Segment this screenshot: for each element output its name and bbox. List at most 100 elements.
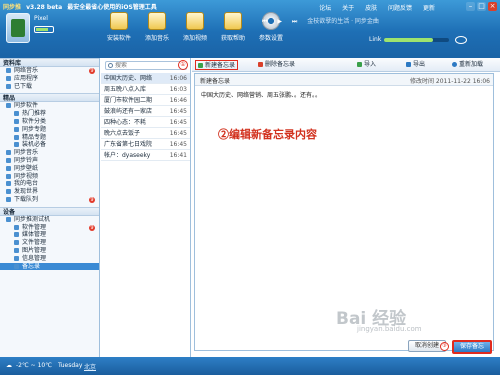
delete-icon [258,62,263,67]
sidebar-resource-item[interactable]: 应用程序 [0,75,99,83]
note-time: 16:41 [169,152,187,159]
sidebar-recommend-item-label: 热门推荐 [22,110,47,118]
update-link[interactable]: 更新 [423,5,435,12]
search-icon [108,63,113,68]
music-icon [148,12,166,30]
memo-content-editor[interactable]: 中国大历史、网络营销、周五张鹏、。还有。。 [201,90,485,99]
sidebar-resource-item[interactable]: 已下载 [0,83,99,91]
forum-link[interactable]: 论坛 [319,5,331,12]
import-button[interactable]: 导入 [355,60,378,70]
eye-icon[interactable] [455,36,467,44]
sidebar: 资料库 网络音乐 9 应用程序 已下载 精品 同步软件 热门推荐 软件分类 同步专题 精品专题… [0,58,100,357]
note-row[interactable]: 周五晚八点入库 16:03 [101,84,190,95]
sidebar-recommend-item[interactable]: 同步壁纸 [0,165,99,173]
note-row[interactable]: 晚六点去饭子 16:45 [101,128,190,139]
note-row[interactable]: 帐户：dyaseeky 16:41 [101,150,190,161]
sidebar-resource-item[interactable]: 网络音乐 9 [0,67,99,75]
sidebar-device-item-label: 备忘录 [22,262,41,270]
save-memo-button[interactable]: 保存备忘 [452,340,492,354]
device-avatar[interactable] [6,13,30,43]
sidebar-recommend-item-label: 同步铃声 [14,156,39,164]
sidebar-recommend-item[interactable]: 热门推荐 [0,110,99,118]
sidebar-device-item-icon [14,240,19,246]
sidebar-device-item[interactable]: 备忘录 [0,262,99,271]
new-memo-button[interactable]: 新建备忘录 [195,60,239,70]
sidebar-recommend-item-label: 同步专题 [22,125,47,133]
sidebar-resource-item-icon [6,68,11,73]
sidebar-recommend-item[interactable]: 精品专题 [0,134,99,142]
sidebar-resource-item-icon [6,83,11,89]
sidebar-recommend-item[interactable]: 同步专题 [0,126,99,134]
minimize-icon[interactable]: – [466,2,475,11]
add-video-button[interactable]: 添加视频 [176,12,214,52]
section-resources: 资料库 [0,58,99,67]
note-row[interactable]: 厦门市软件园二期 16:46 [101,95,190,106]
sidebar-recommend-item-label: 软件分类 [22,117,47,125]
app-title: 同步推 v3.28 beta 最安全最省心使用的iOS管理工具 [3,2,157,11]
add-music-button[interactable]: 添加音乐 [138,12,176,52]
search-input[interactable] [115,62,177,69]
note-row[interactable]: 四种心态：不耗 16:45 [101,117,190,128]
sidebar-recommend-item[interactable]: 我的电台 [0,180,99,188]
get-help-button[interactable]: 获取帮助 [214,12,252,52]
sidebar-recommend-item-icon [6,173,11,179]
note-row[interactable]: 鼓浪屿还有一家店 16:45 [101,106,190,117]
sidebar-device-item[interactable]: 软件管理 9 [0,224,99,232]
sidebar-recommend-item[interactable]: 同步软件 [0,102,99,110]
link-strength-fill [384,38,433,42]
note-row[interactable]: 广东省第七日戏院 16:45 [101,139,190,150]
city-link[interactable]: 北京 [84,362,96,371]
sidebar-recommend-item[interactable]: 同步铃声 [0,157,99,165]
prev-track-icon[interactable]: ⏮ [262,18,267,25]
note-title: 四种心态：不耗 [104,119,147,126]
maximize-icon[interactable]: □ [477,2,486,11]
sidebar-recommend-item-label: 同步软件 [14,102,39,110]
refresh-icon [452,62,457,67]
delete-memo-button[interactable]: 删除备忘录 [256,60,297,70]
sidebar-device-item-icon [6,216,11,222]
link-strength-bar [384,38,449,42]
sidebar-recommend-item[interactable]: 同步音乐 [0,149,99,157]
note-title: 鼓浪屿还有一家店 [104,108,153,115]
count-badge: 9 [89,196,95,203]
sidebar-recommend-item-icon [6,150,11,156]
sidebar-recommend-item-label: 精品专题 [22,133,47,141]
sidebar-recommend-item[interactable]: 装机必备 [0,141,99,149]
note-title: 周五晚八点入库 [104,86,147,93]
sidebar-recommend-item-icon [14,118,19,124]
sidebar-recommend-item[interactable]: 下载队列 9 [0,196,99,204]
sidebar-device-item[interactable]: 文件管理 [0,239,99,247]
about-link[interactable]: 关于 [342,5,354,12]
top-links: 论坛 关于 皮肤 问题反馈 更新 [310,3,435,12]
sidebar-recommend-item[interactable]: 软件分类 [0,118,99,126]
close-icon[interactable]: × [488,2,497,11]
sidebar-resource-item-label: 网络音乐 [14,67,39,74]
note-time: 16:06 [167,73,187,83]
sidebar-device-item-icon [14,263,19,269]
count-badge: 9 [89,224,95,231]
editor-title: 新建备忘录 [200,78,231,85]
sidebar-device-item-icon [14,232,19,238]
note-row[interactable]: 中国大历史、网络 16:06 [101,73,190,84]
sidebar-recommend-item[interactable]: 发现世界 [0,188,99,196]
feedback-link[interactable]: 问题反馈 [388,5,412,12]
sidebar-device-item-label: 同步推测试机 [14,215,51,223]
sidebar-recommend-item-label: 我的电台 [14,180,39,188]
reload-button[interactable]: 重新加载 [450,60,485,70]
battery-icon [34,26,54,33]
sidebar-device-item[interactable]: 同步推测试机 [0,216,99,224]
sidebar-recommend-item-label: 下载队列 [14,195,39,203]
sidebar-device-item-label: 软件管理 [22,223,47,231]
play-icon[interactable]: ▶ [277,18,282,25]
import-icon [357,62,362,67]
export-button[interactable]: 导出 [404,60,427,70]
next-track-icon[interactable]: ⏭ [292,18,297,25]
sidebar-device-item[interactable]: 媒体管理 [0,231,99,239]
sidebar-device-item-label: 图片管理 [22,246,47,254]
install-software-button[interactable]: 安装软件 [100,12,138,52]
sidebar-device-item[interactable]: 信息管理 [0,255,99,263]
search-box: ① [105,60,188,70]
skin-link[interactable]: 皮肤 [365,5,377,12]
music-player: ⏮ ▶ ⏭ 金枝欲孽的生活 · 同步金曲 [262,16,490,28]
sidebar-device-item[interactable]: 图片管理 [0,247,99,255]
